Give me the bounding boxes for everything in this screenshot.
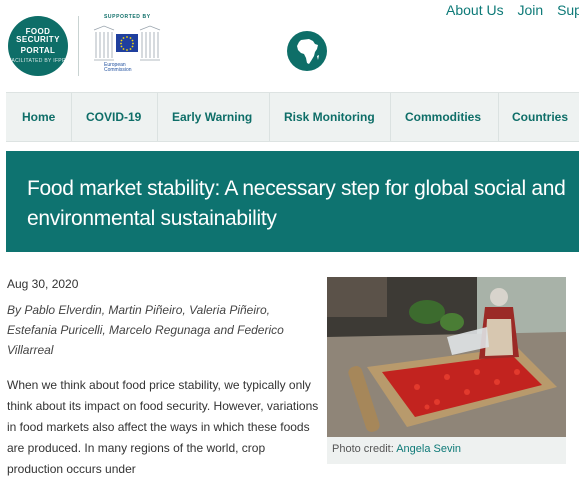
article-byline: By Pablo Elverdin, Martin Piñeiro, Valer… — [7, 303, 284, 357]
nav-early-warning[interactable]: Early Warning — [172, 93, 252, 141]
ec-line2: Commission — [104, 67, 132, 73]
top-utility-nav: About Us Join Support — [446, 2, 579, 18]
nav-divider — [390, 93, 391, 141]
supported-by-label: SUPPORTED BY — [104, 14, 151, 20]
article-date: Aug 30, 2020 — [7, 277, 79, 291]
article-title: Food market stability: A necessary step … — [27, 177, 566, 230]
nav-commodities[interactable]: Commodities — [405, 93, 481, 141]
join-link[interactable]: Join — [517, 2, 543, 18]
european-commission-label: European Commission — [104, 63, 132, 73]
support-link[interactable]: Support — [557, 2, 579, 18]
article-title-banner: Food market stability: A necessary step … — [6, 151, 579, 252]
logo-text-portal: PORTAL — [20, 46, 56, 55]
photo-credit-label: Photo credit: — [332, 443, 394, 455]
header-divider — [78, 16, 79, 76]
nav-divider — [71, 93, 72, 141]
nav-risk-monitoring[interactable]: Risk Monitoring — [284, 93, 375, 141]
main-navigation: Home COVID-19 Early Warning Risk Monitor… — [6, 92, 579, 142]
photo-credit: Photo credit: Angela Sevin — [332, 443, 461, 455]
africa-map-icon[interactable] — [287, 31, 327, 71]
logo-text-ifpri: IFPRI — [53, 58, 68, 64]
nav-covid-19[interactable]: COVID-19 — [86, 93, 141, 141]
logo-text-facilitated: FACILITATED BY — [8, 58, 52, 64]
article-body: When we think about food price stability… — [7, 378, 319, 476]
article-photo — [327, 277, 566, 437]
nav-divider — [269, 93, 270, 141]
food-security-portal-logo[interactable]: FOOD SECURITY PORTAL FACILITATED BY IFPRI — [8, 16, 68, 76]
about-us-link[interactable]: About Us — [446, 2, 504, 18]
photo-credit-link[interactable]: Angela Sevin — [396, 443, 461, 455]
logo-text-security: SECURITY — [16, 35, 60, 44]
nav-divider — [157, 93, 158, 141]
nav-home[interactable]: Home — [22, 93, 55, 141]
nav-countries[interactable]: Countries — [512, 93, 568, 141]
nav-divider — [498, 93, 499, 141]
